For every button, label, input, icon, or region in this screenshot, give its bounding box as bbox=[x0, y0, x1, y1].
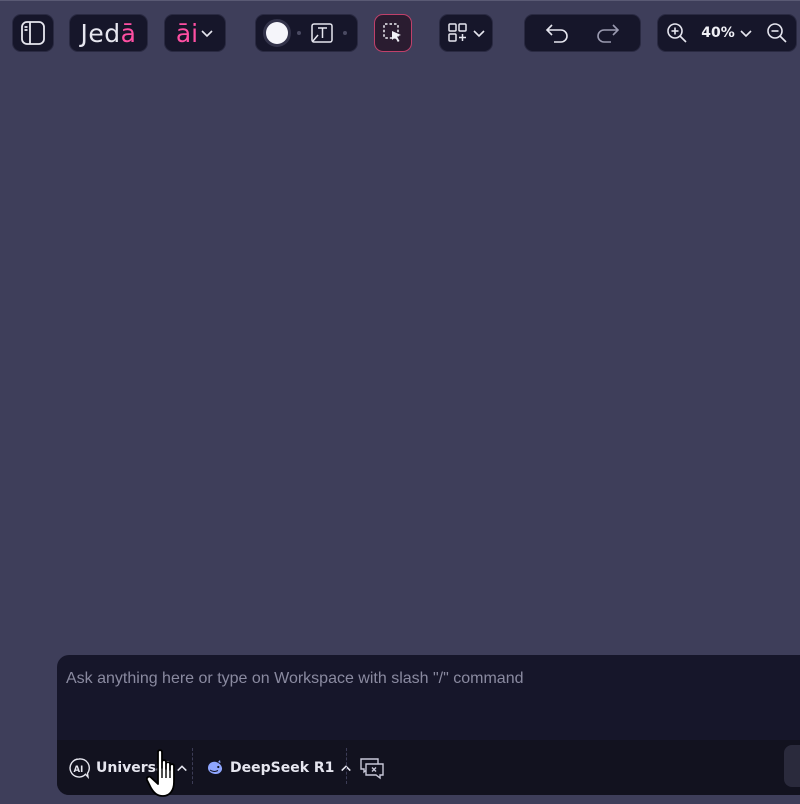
workspace-canvas[interactable] bbox=[0, 60, 800, 650]
model-label: DeepSeek R1 bbox=[230, 759, 335, 776]
add-widget-button[interactable] bbox=[439, 14, 493, 52]
ai-menu-button[interactable]: āi bbox=[164, 14, 226, 52]
zoom-level-dropdown[interactable]: 40% bbox=[701, 25, 753, 41]
zoom-controls: 40% bbox=[657, 14, 797, 52]
svg-text:AI: AI bbox=[74, 765, 84, 775]
jeda-logo: Jedā bbox=[80, 18, 137, 48]
chevron-down-icon bbox=[739, 26, 753, 40]
separator-dot bbox=[343, 31, 347, 35]
select-tool-button[interactable] bbox=[374, 14, 412, 52]
chevron-down-icon bbox=[472, 26, 486, 40]
text-frame-icon[interactable] bbox=[310, 21, 334, 45]
undo-icon[interactable] bbox=[545, 22, 571, 44]
ai-menu-label: āi bbox=[175, 18, 199, 48]
clear-chat-icon bbox=[359, 756, 385, 780]
window-top-border bbox=[0, 0, 800, 1]
chevron-down-icon bbox=[200, 26, 214, 40]
deepseek-whale-icon bbox=[206, 759, 224, 777]
model-selector[interactable]: DeepSeek R1 bbox=[206, 740, 352, 795]
clear-chat-button[interactable] bbox=[359, 740, 385, 795]
jeda-logo-button[interactable]: Jedā bbox=[69, 14, 148, 52]
chat-input[interactable] bbox=[66, 667, 786, 691]
history-controls bbox=[524, 14, 641, 52]
sidebar-toggle-icon bbox=[20, 20, 46, 46]
separator-dot bbox=[297, 31, 301, 35]
sidebar-toggle-button[interactable] bbox=[12, 14, 54, 52]
zoom-level: 40% bbox=[701, 25, 735, 41]
send-button[interactable] bbox=[784, 745, 800, 787]
add-widget-icon bbox=[447, 22, 469, 44]
theme-toggle-icon[interactable] bbox=[266, 22, 288, 44]
divider bbox=[346, 748, 347, 784]
mode-toggle-group bbox=[255, 14, 358, 52]
zoom-in-icon[interactable] bbox=[666, 22, 688, 44]
pointer-hand-icon bbox=[145, 748, 190, 804]
redo-icon[interactable] bbox=[594, 22, 620, 44]
zoom-out-icon[interactable] bbox=[766, 22, 788, 44]
select-tool-icon bbox=[381, 21, 405, 45]
divider bbox=[192, 748, 193, 784]
ai-mode-icon: AI bbox=[68, 757, 90, 779]
